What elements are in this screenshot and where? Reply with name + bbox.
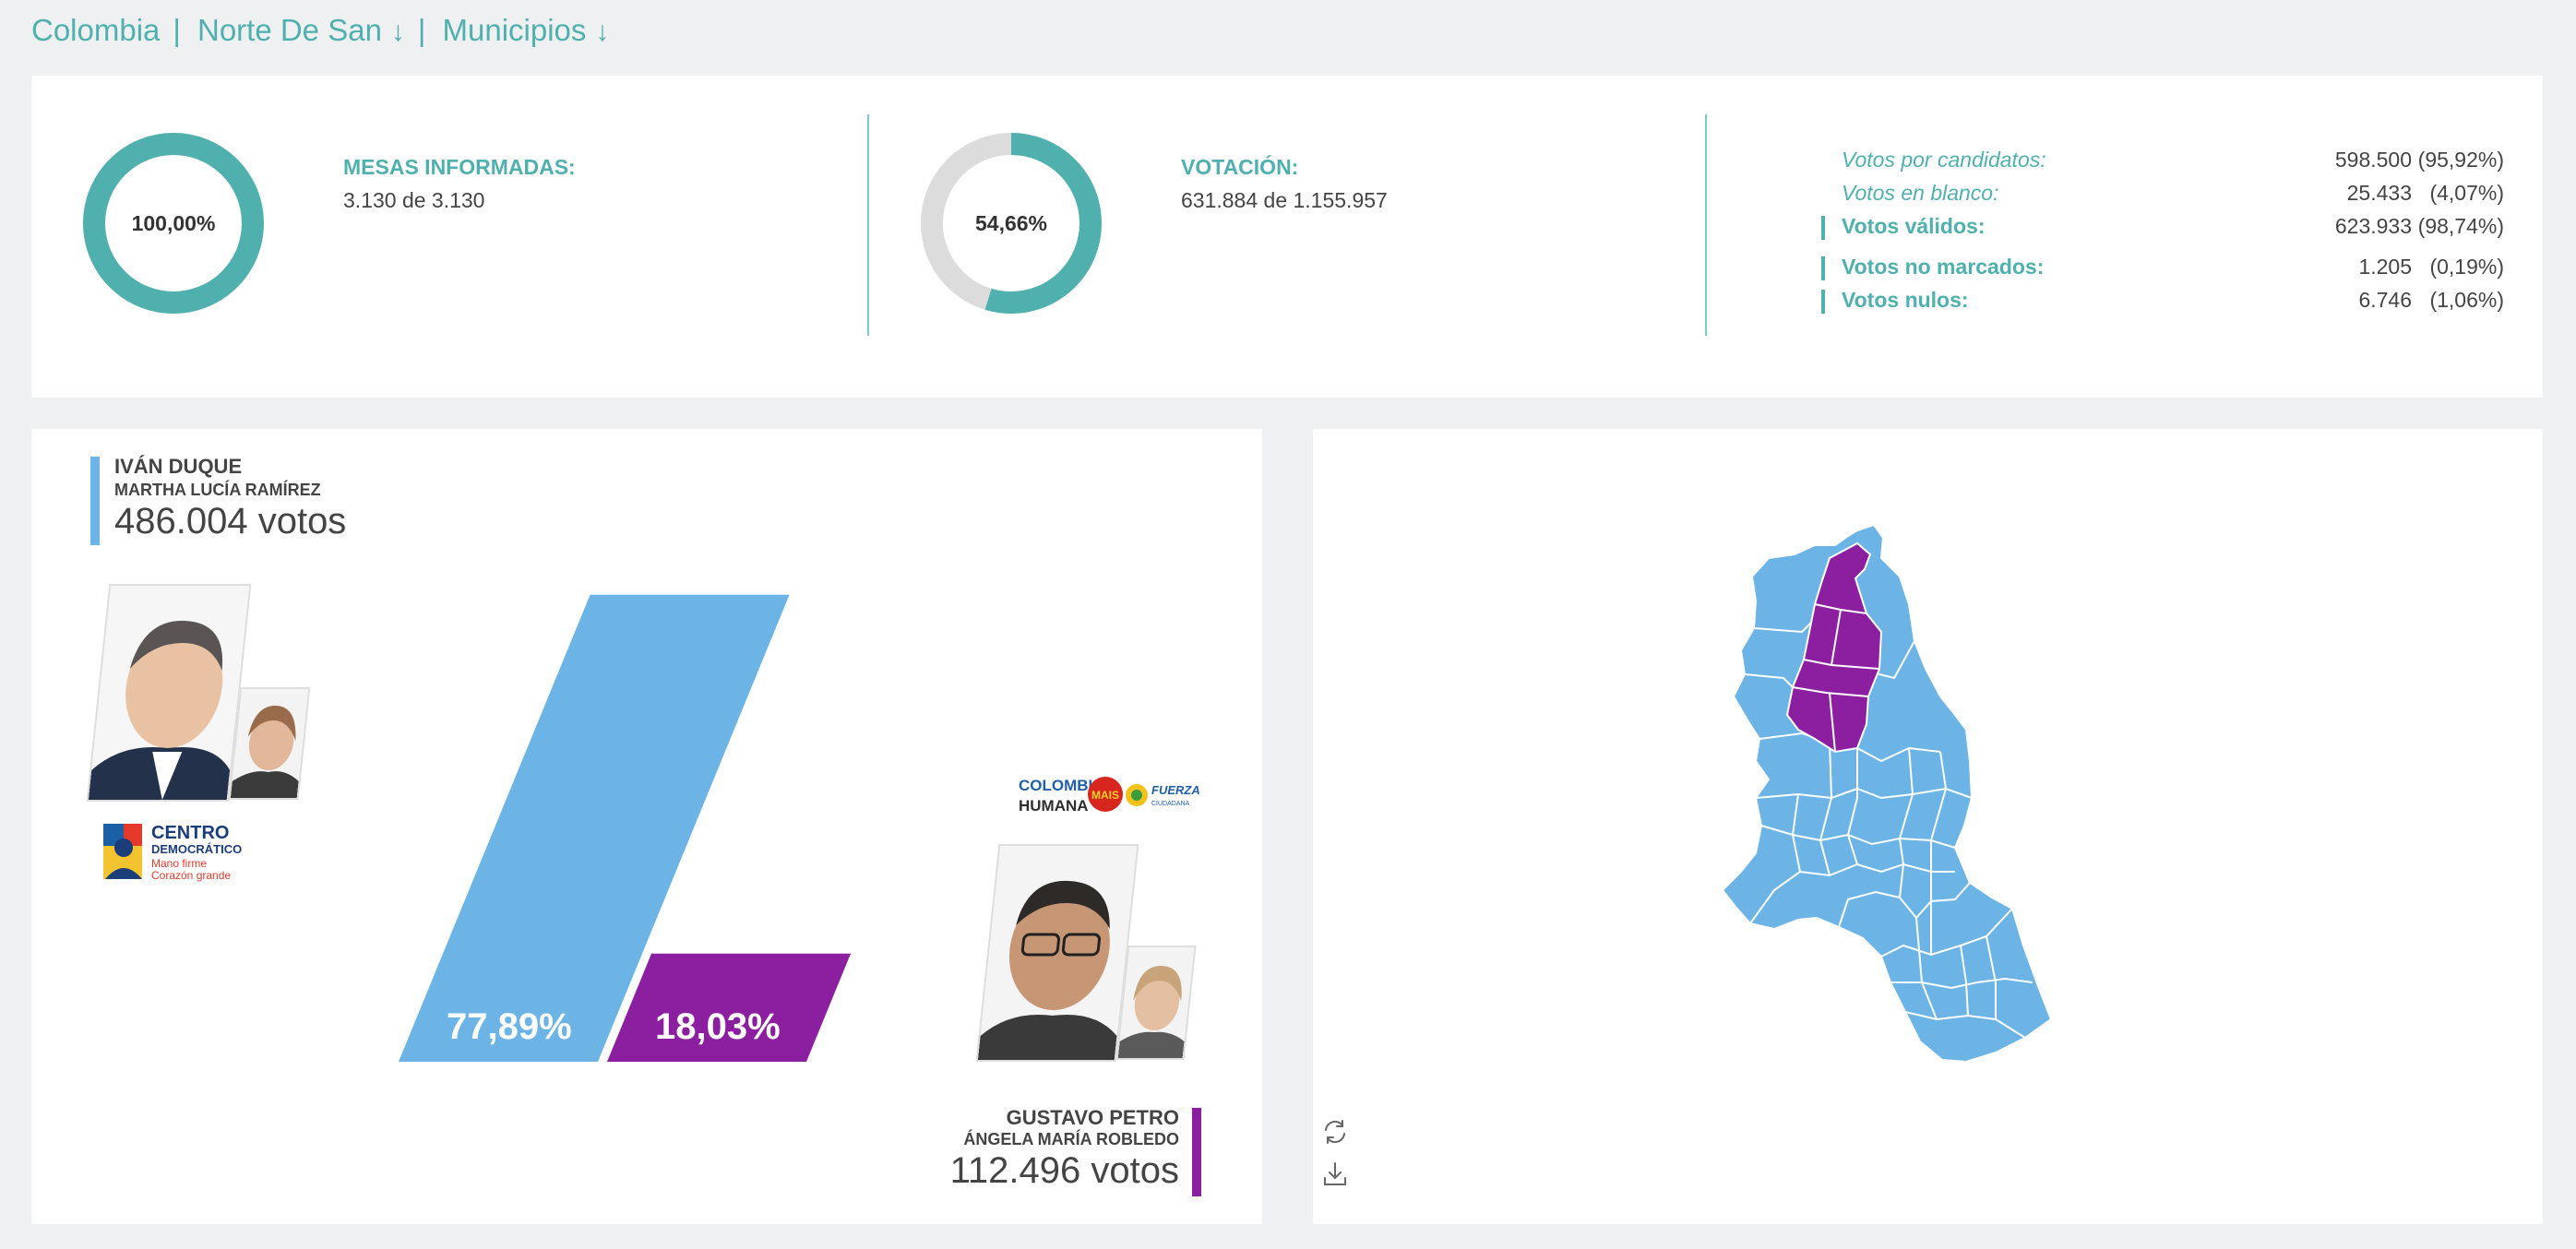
breakdown-percent: (1,06%) [2429, 288, 2504, 312]
votacion-donut: 54,66% [921, 133, 1102, 314]
votacion-value: 631.884 de 1.155.957 [1181, 188, 1388, 212]
breakdown-value: 1.205 [2358, 255, 2412, 279]
svg-text:MAIS: MAIS [1091, 789, 1119, 802]
colombia-humana-logo: COLOMBIA HUMANA MAIS FUERZA CIUDADANA [1019, 772, 1240, 816]
breadcrumb-separator: | [173, 13, 181, 47]
vote-share-chart [399, 594, 852, 1062]
breakdown-marker [1821, 216, 1825, 240]
svg-text:FUERZA: FUERZA [1151, 783, 1200, 797]
candidate-color-bar [1192, 1108, 1201, 1196]
summary-panel: 100,00% MESAS INFORMADAS: 3.130 de 3.130… [31, 76, 2543, 398]
arrow-down-icon: ↓ [595, 17, 610, 47]
breakdown-percent: (95,92%) [2417, 148, 2504, 172]
votacion-title: VOTACIÓN: [1181, 155, 1299, 179]
breakdown-percent: (4,07%) [2429, 181, 2504, 205]
candidate-name: GUSTAVO PETRO [1006, 1106, 1179, 1129]
divider [867, 114, 869, 336]
breadcrumb-department-label: Norte De San [197, 13, 382, 47]
candidate-vp: ÁNGELA MARÍA ROBLEDO [963, 1130, 1179, 1148]
votacion-percent: 54,66% [974, 210, 1047, 235]
duque-percent-label: 77,89% [447, 1006, 572, 1047]
breakdown-label: Votos en blanco: [1842, 181, 1999, 205]
breakdown-value: 6.746 [2358, 288, 2412, 312]
arrow-down-icon: ↓ [390, 17, 405, 47]
breadcrumb-country[interactable]: Colombia [31, 13, 160, 48]
breakdown-label: Votos nulos: [1842, 288, 1969, 312]
breakdown-percent: (98,74%) [2417, 214, 2504, 238]
breakdown-label: Votos por candidatos: [1842, 148, 2046, 172]
breakdown-row-blanco: Votos en blanco: 25.433 (4,07%) [1831, 181, 2504, 214]
breadcrumb: Colombia | Norte De San ↓ | Municipios ↓ [31, 7, 609, 54]
breakdown-marker [1821, 256, 1825, 280]
divider [1705, 114, 1707, 336]
breadcrumb-level-label: Municipios [442, 13, 587, 47]
breakdown-percent: (0,19%) [2429, 255, 2504, 279]
breakdown-row-no-marcados: Votos no marcados: 1.205 (0,19%) [1821, 255, 2504, 288]
breakdown-row-validos: Votos válidos: 623.933 (98,74%) [1821, 214, 2504, 247]
mesas-value: 3.130 de 3.130 [343, 188, 485, 212]
mesas-percent: 100,00% [131, 210, 216, 235]
download-icon[interactable] [1320, 1160, 1350, 1189]
breakdown-value: 623.933 [2334, 214, 2412, 238]
breakdown-row-nulos: Votos nulos: 6.746 (1,06%) [1821, 288, 2504, 321]
candidate-photo-robledo [1115, 946, 1197, 1060]
mesas-title: MESAS INFORMADAS: [343, 155, 576, 179]
breadcrumb-department-dropdown[interactable]: Norte De San ↓ [197, 13, 405, 48]
breakdown-marker [1821, 290, 1825, 314]
map-region-duque [1721, 523, 2053, 1064]
mesas-donut: 100,00% [83, 133, 264, 314]
breakdown-label: Votos válidos: [1842, 214, 1986, 238]
svg-text:HUMANA: HUMANA [1019, 797, 1089, 815]
breakdown-value: 598.500 [2334, 148, 2412, 172]
map-panel [1313, 429, 2543, 1224]
refresh-icon[interactable] [1320, 1117, 1350, 1147]
candidate-votes: 112.496 votos [949, 1150, 1179, 1191]
breadcrumb-level-dropdown[interactable]: Municipios ↓ [443, 13, 610, 48]
breadcrumb-separator: | [417, 13, 426, 47]
municipality-map [1721, 523, 2053, 1064]
breakdown-label: Votos no marcados: [1842, 255, 2045, 279]
svg-text:CIUDADANA: CIUDADANA [1151, 801, 1190, 807]
breakdown-value: 25.433 [2346, 181, 2412, 205]
results-panel: IVÁN DUQUE MARTHA LUCÍA RAMÍREZ 486.004 … [31, 429, 1262, 1224]
petro-percent-label: 18,03% [655, 1006, 781, 1047]
candidate-photo-petro [975, 844, 1139, 1062]
breakdown-row-candidatos: Votos por candidatos: 598.500 (95,92%) [1831, 148, 2504, 181]
